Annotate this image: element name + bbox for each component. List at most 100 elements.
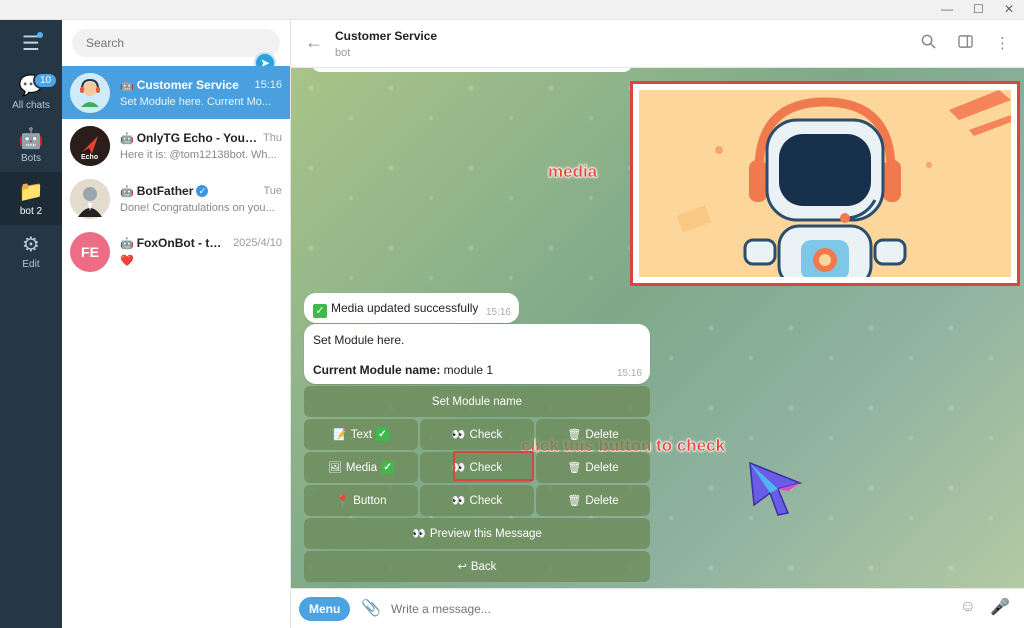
- trash-icon: 🗑: [567, 495, 582, 507]
- preview-message-button[interactable]: 👀 Preview this Message: [304, 518, 650, 549]
- svg-text:Echo: Echo: [81, 154, 98, 161]
- chat-time: 15:16: [254, 78, 282, 91]
- annotation-media: media: [548, 162, 598, 181]
- support-agent-icon: [70, 72, 110, 113]
- chat-subtitle: bot: [335, 47, 351, 59]
- delete-media-button[interactable]: 🗑 Delete: [536, 452, 650, 483]
- chat-preview: Done! Congratulations on you...: [120, 201, 275, 214]
- chat-time: Tue: [263, 184, 282, 197]
- avatar: [70, 72, 110, 113]
- avatar: FE: [70, 231, 110, 272]
- check-mark-icon: ✓: [375, 428, 389, 441]
- close-icon[interactable]: ✕: [1004, 2, 1014, 16]
- avatar: [70, 178, 110, 219]
- folder-all-chats[interactable]: 💬 10 All chats: [0, 66, 62, 119]
- message-text: Set Module here.: [313, 333, 405, 347]
- bot-menu-button[interactable]: Menu: [299, 597, 351, 621]
- back-arrow-icon[interactable]: ←: [305, 32, 323, 53]
- message-media-updated[interactable]: ✓ Media updated successfully 15:16: [304, 293, 519, 323]
- maximize-icon[interactable]: ☐: [973, 2, 984, 16]
- folders-rail: ☰ 💬 10 All chats 🤖 Bots 📁 bot 2 ⚙ Edit: [0, 20, 62, 628]
- pointer-cursor-icon: [748, 461, 808, 520]
- minimize-icon[interactable]: —: [941, 2, 953, 16]
- bot-icon: 🤖: [120, 79, 134, 92]
- chat-item-customer-service[interactable]: 🤖 Customer Service 15:16 Set Module here.…: [62, 66, 290, 119]
- check-media-button[interactable]: 👀 Check: [420, 452, 534, 483]
- pin-icon: 📍: [335, 495, 350, 507]
- window-titlebar: — ☐ ✕: [0, 0, 1024, 20]
- robot-media-image[interactable]: [639, 90, 1011, 277]
- media-highlight-frame: [630, 81, 1020, 286]
- sidebar-toggle-icon[interactable]: [958, 34, 973, 53]
- picture-icon: 🖼: [327, 462, 342, 474]
- eyes-icon: 👀: [451, 495, 466, 507]
- folder-label: All chats: [12, 99, 50, 111]
- set-module-name-button[interactable]: Set Module name: [304, 386, 650, 417]
- inline-keyboard: Set Module name 📝 Text ✓ 👀 Check 🗑 Delete 🖼 M…: [304, 386, 650, 584]
- back-button[interactable]: ↩ Back: [304, 551, 650, 582]
- chat-name: 🤖 BotFather ✓: [120, 184, 209, 198]
- bot-icon: 🤖: [120, 132, 134, 145]
- message-set-module[interactable]: Set Module here. Current Module name: mo…: [304, 324, 650, 384]
- chat-list-panel: ➤ 🤖Customer Service 15:16 Set Module her…: [62, 20, 291, 628]
- check-mark-icon: ✓: [381, 461, 395, 474]
- folder-label: bot 2: [19, 205, 43, 217]
- memo-icon: 📝: [333, 429, 347, 441]
- trash-icon: 🗑: [567, 462, 582, 474]
- chat-header: ← Customer Service bot ⋮: [291, 20, 1024, 68]
- bot-icon: 🤖: [120, 185, 134, 198]
- chat-name: 🤖 OnlyTG Echo - Your ...: [120, 130, 258, 145]
- chat-time: Thu: [263, 131, 282, 144]
- message-input[interactable]: [391, 597, 931, 621]
- chat-item-onlytg-echo[interactable]: Echo 🤖 OnlyTG Echo - Your ... Thu Here it…: [62, 119, 290, 172]
- window-controls: — ☐ ✕: [941, 2, 1014, 16]
- folder-bot-2[interactable]: 📁 bot 2: [0, 172, 62, 225]
- delete-text-button[interactable]: 🗑 Delete: [536, 419, 650, 450]
- folder-bots[interactable]: 🤖 Bots: [0, 119, 62, 172]
- chat-title[interactable]: Customer Service: [335, 29, 437, 43]
- previous-message-bubble: [311, 68, 633, 72]
- search-input[interactable]: [72, 29, 280, 57]
- folder-edit[interactable]: ⚙ Edit: [0, 225, 62, 278]
- message-composer: Menu 📎 ☺ 🎤: [291, 588, 1024, 628]
- message-module-name: Current Module name: module 1: [313, 363, 494, 377]
- bot-icon: 🤖: [120, 238, 134, 250]
- botfather-avatar-icon: [70, 178, 110, 219]
- chat-name: 🤖 FoxOnBot - tes...: [120, 236, 228, 250]
- chat-time: 2025/4/10: [233, 237, 282, 249]
- message-time: 15:16: [616, 368, 642, 379]
- search-icon[interactable]: [921, 34, 936, 53]
- return-arrow-icon: ↩: [457, 561, 467, 573]
- chat-messages-area[interactable]: media click this button to check ✓Media …: [291, 68, 1024, 588]
- header-actions: ⋮: [921, 34, 1010, 53]
- unread-badge: 10: [33, 72, 59, 89]
- chat-item-foxonbot[interactable]: FE 🤖 FoxOnBot - tes... 2025/4/10 ❤️: [62, 225, 290, 278]
- folder-icon: 📁: [18, 180, 44, 203]
- microphone-icon[interactable]: 🎤: [990, 597, 1010, 617]
- verified-icon: ✓: [196, 185, 209, 198]
- robot-illustration: [639, 90, 1011, 277]
- attach-icon[interactable]: 📎: [361, 598, 381, 618]
- trash-icon: 🗑: [567, 429, 582, 441]
- button-button[interactable]: 📍 Button: [304, 485, 418, 516]
- check-text-button[interactable]: 👀 Check: [420, 419, 534, 450]
- chat-item-botfather[interactable]: 🤖 BotFather ✓ Tue Done! Congratulations on…: [62, 172, 290, 225]
- media-button[interactable]: 🖼 Media ✓: [304, 452, 418, 483]
- chat-preview: ❤️: [120, 255, 134, 267]
- check-button-button[interactable]: 👀 Check: [420, 485, 534, 516]
- eyes-icon: 👀: [451, 429, 466, 441]
- sliders-icon: ⚙: [22, 233, 40, 256]
- chat-name: 🤖 Customer Service: [120, 77, 239, 92]
- chat-preview: Here it is: @tom12138bot. Wh...: [120, 148, 277, 161]
- avatar: Echo: [70, 125, 110, 166]
- emoji-icon[interactable]: ☺: [960, 598, 976, 616]
- eyes-icon: 👀: [412, 528, 426, 540]
- more-vertical-icon[interactable]: ⋮: [995, 34, 1010, 53]
- delete-button-button[interactable]: 🗑 Delete: [536, 485, 650, 516]
- main-menu-button[interactable]: ☰: [0, 20, 62, 66]
- text-button[interactable]: 📝 Text ✓: [304, 419, 418, 450]
- folder-label: Bots: [20, 152, 41, 164]
- check-mark-icon: ✓: [313, 304, 327, 318]
- bot-icon: 🤖: [18, 127, 44, 150]
- folder-label: Edit: [22, 258, 40, 270]
